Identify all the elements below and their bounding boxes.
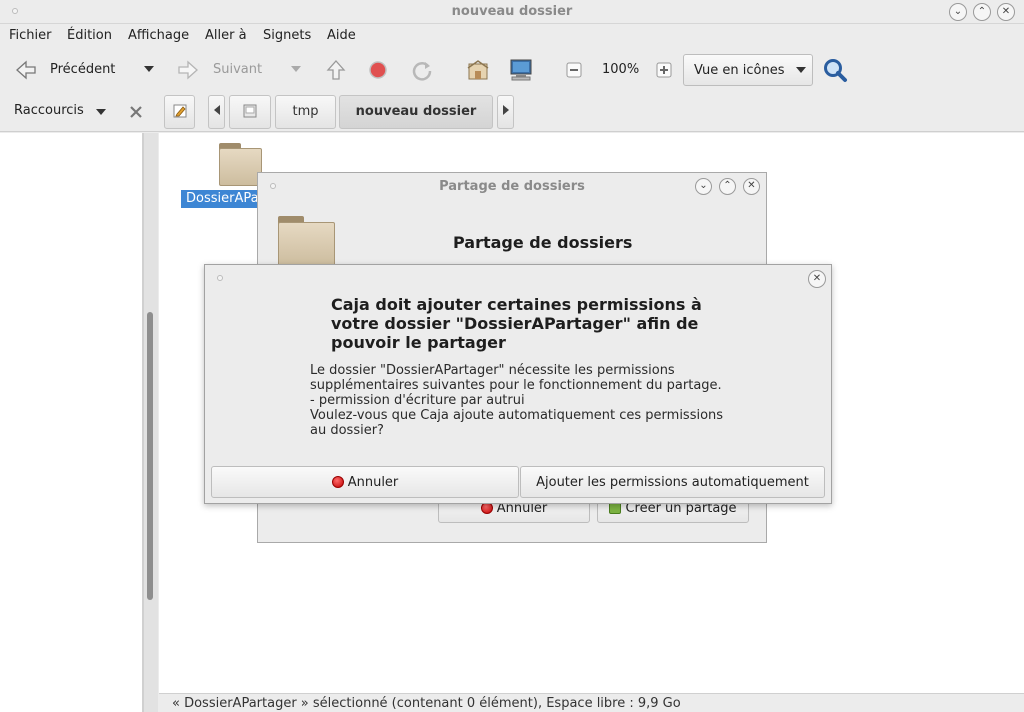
sidebar-scrollbar-thumb[interactable]: [147, 312, 153, 600]
menu-aller[interactable]: Aller à: [205, 28, 247, 43]
share-dialog-title: Partage de dossiers: [439, 179, 585, 194]
reload-icon[interactable]: [410, 58, 434, 82]
edit-location-button[interactable]: [164, 95, 195, 129]
share-dialog-maximize-button[interactable]: ⌃: [719, 178, 736, 195]
zoom-in-icon[interactable]: [656, 62, 672, 78]
crumb-root-button[interactable]: [229, 95, 271, 129]
add-permissions-button[interactable]: Ajouter les permissions automatiquement: [520, 466, 825, 498]
permission-dialog-menu-icon[interactable]: [217, 275, 223, 281]
minimize-button[interactable]: ⌄: [949, 3, 967, 21]
share-dialog-heading: Partage de dossiers: [453, 233, 633, 252]
message-line: Le dossier "DossierAPartager" nécessite …: [310, 363, 675, 378]
location-bar: Raccourcis tmp nouveau dossier: [0, 92, 1024, 132]
close-sidebar-icon[interactable]: [128, 104, 144, 120]
back-history-chevron-down-icon[interactable]: [142, 62, 156, 76]
chevron-left-icon: [213, 105, 220, 115]
permission-dialog-message: Le dossier "DossierAPartager" nécessite …: [310, 363, 750, 438]
computer-icon[interactable]: [508, 58, 534, 82]
cancel-icon: [331, 476, 344, 488]
window-title: nouveau dossier: [451, 4, 573, 19]
share-dialog-minimize-button[interactable]: ⌄: [695, 178, 712, 195]
sidebar-pane[interactable]: [0, 133, 143, 712]
crumb-scroll-right-button[interactable]: [497, 95, 514, 129]
crumb-nouveau-dossier[interactable]: nouveau dossier: [339, 95, 493, 129]
zoom-level: 100%: [602, 62, 640, 77]
message-line: Voulez-vous que Caja ajoute automatiquem…: [310, 408, 724, 423]
crumb-scroll-left-button[interactable]: [208, 95, 225, 129]
toolbar: Précédent Suivant 100% Vue en icônes: [0, 48, 1024, 92]
view-mode-dropdown[interactable]: Vue en icônes: [683, 54, 813, 86]
share-folder-icon: [278, 216, 336, 266]
status-bar: « DossierAPartager » sélectionné (conten…: [159, 693, 1024, 712]
permission-dialog-close-button[interactable]: ✕: [808, 270, 826, 288]
view-mode-label: Vue en icônes: [694, 62, 785, 78]
menu-fichier[interactable]: Fichier: [9, 28, 52, 43]
sidebar-selector-label[interactable]: Raccourcis: [14, 103, 84, 118]
pencil-icon: [173, 104, 186, 118]
add-permissions-label: Ajouter les permissions automatiquement: [536, 474, 809, 490]
message-line: au dossier?: [310, 423, 384, 438]
menu-signets[interactable]: Signets: [263, 28, 311, 43]
menu-affichage[interactable]: Affichage: [128, 28, 189, 43]
zoom-out-icon[interactable]: [566, 62, 582, 78]
maximize-button[interactable]: ⌃: [973, 3, 991, 21]
sidebar-chevron-down-icon[interactable]: [95, 106, 107, 118]
close-button[interactable]: ✕: [997, 3, 1015, 21]
forward-history-chevron-down-icon[interactable]: [289, 62, 303, 76]
permission-dialog-heading: Caja doit ajouter certaines permissions …: [331, 295, 702, 352]
folder-label[interactable]: DossierAPa: [181, 190, 259, 208]
up-arrow-icon[interactable]: [324, 58, 348, 82]
chevron-right-icon: [502, 105, 509, 115]
share-dialog-close-button[interactable]: ✕: [743, 178, 760, 195]
back-arrow-icon[interactable]: [14, 58, 38, 82]
message-line: supplémentaires suivantes pour le foncti…: [310, 378, 722, 393]
message-line: - permission d'écriture par autrui: [310, 393, 525, 408]
menu-aide[interactable]: Aide: [327, 28, 356, 43]
home-icon[interactable]: [466, 58, 490, 82]
back-button-label[interactable]: Précédent: [50, 62, 115, 77]
title-bar: nouveau dossier ⌄ ⌃ ✕: [0, 0, 1024, 24]
forward-button-label[interactable]: Suivant: [213, 62, 262, 77]
permission-cancel-button[interactable]: Annuler: [211, 466, 519, 498]
forward-arrow-icon[interactable]: [176, 58, 200, 82]
crumb-tmp[interactable]: tmp: [275, 95, 336, 129]
menu-edition[interactable]: Édition: [67, 28, 112, 43]
search-icon[interactable]: [822, 57, 848, 83]
stop-icon[interactable]: [368, 60, 388, 80]
permission-cancel-label: Annuler: [347, 474, 399, 490]
permission-dialog: ✕ Caja doit ajouter certaines permission…: [204, 264, 832, 504]
drive-icon: [243, 104, 257, 118]
menu-bar: Fichier Édition Affichage Aller à Signet…: [0, 24, 1024, 48]
view-mode-chevron-down-icon: [796, 66, 807, 73]
